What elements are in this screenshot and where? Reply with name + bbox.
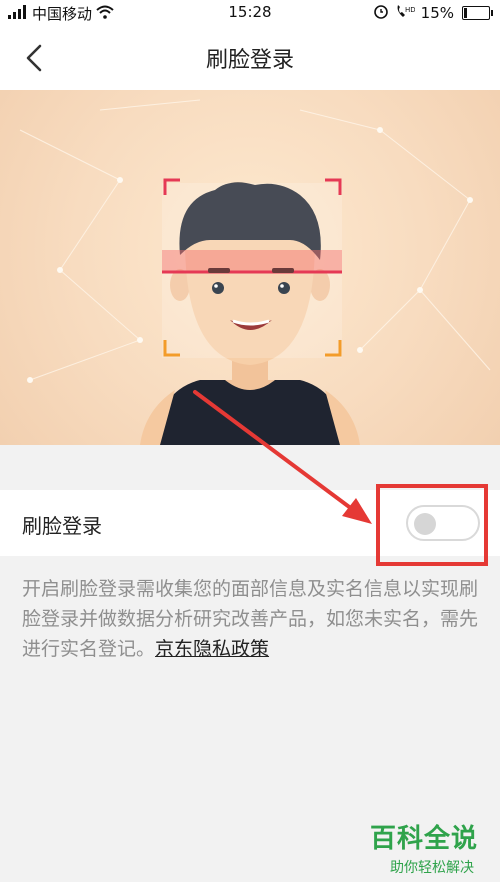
annotation-arrow xyxy=(193,390,372,524)
watermark-logo: 百科全说 xyxy=(370,824,479,854)
description-text: 开启刷脸登录需收集您的面部信息及实名信息以实现刷脸登录并做数据分析研究改善产品，… xyxy=(22,574,478,664)
privacy-policy-link[interactable]: 京东隐私政策 xyxy=(155,638,269,660)
watermark-tagline: 助你轻松解决 xyxy=(390,860,474,876)
annotation-highlight-box xyxy=(376,484,488,566)
watermark: 百科全说 助你轻松解决 xyxy=(370,818,494,876)
